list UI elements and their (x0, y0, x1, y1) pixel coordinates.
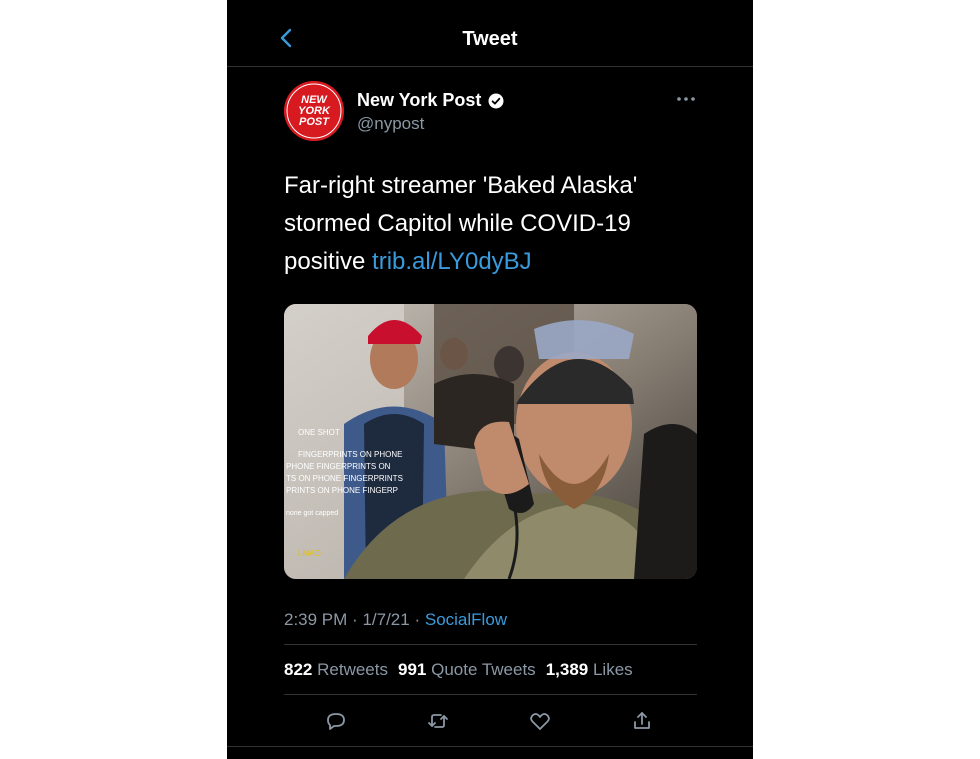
tweet-text-line: stormed Capitol while COVID-19 (284, 210, 631, 237)
likes-stat[interactable]: 1,389 Likes (546, 660, 633, 680)
share-icon[interactable] (630, 709, 654, 733)
tweet-screen: Tweet NEW YORK POST New York Post @nypos… (227, 0, 753, 759)
overlay-line: PHONE FINGERPRINTS ON (286, 462, 391, 471)
retweets-label: Retweets (317, 660, 388, 679)
tweet-time: 2:39 PM (284, 610, 348, 629)
author-name-row[interactable]: New York Post (357, 90, 505, 111)
reply-icon[interactable] (324, 709, 348, 733)
meta-separator: · (414, 610, 421, 629)
tweet-date: 1/7/21 (362, 610, 410, 629)
tweet-text-line: Far-right streamer 'Baked Alaska' (284, 172, 638, 199)
likes-label: Likes (592, 660, 633, 679)
divider (284, 644, 697, 645)
tweet-timestamp: 2:39 PM · 1/7/21 · SocialFlow (284, 610, 507, 630)
quotes-count: 991 (397, 660, 427, 679)
likes-count: 1,389 (545, 660, 589, 679)
overlay-line: FINGERPRINTS ON PHONE (298, 450, 402, 459)
overlay-line: none got capped (286, 510, 338, 517)
tweet-text: Far-right streamer 'Baked Alaska' storme… (284, 167, 704, 281)
nypost-logo: NEW YORK POST (284, 81, 344, 141)
overlay-line: TS ON PHONE FINGERPRINTS (286, 474, 403, 483)
tweet-source-link[interactable]: SocialFlow (425, 610, 507, 629)
quote-tweets-stat[interactable]: 991 Quote Tweets (398, 660, 536, 680)
tweet-stats: 822 Retweets 991 Quote Tweets 1,389 Like… (284, 660, 633, 680)
more-options-icon[interactable] (675, 92, 697, 106)
retweets-count: 822 (284, 660, 313, 679)
tweet-text-fragment: positive (284, 248, 373, 275)
retweet-icon[interactable] (426, 709, 450, 733)
tweet-text-line: positive trib.al/LY0dyBJ (284, 243, 704, 281)
top-bar: Tweet (227, 0, 753, 67)
like-icon[interactable] (528, 709, 552, 733)
page-title: Tweet (462, 28, 518, 50)
author-handle[interactable]: @nypost (357, 114, 424, 134)
author-name[interactable]: New York Post (357, 90, 481, 111)
quotes-label: Quote Tweets (431, 660, 536, 679)
tweet-media[interactable]: ONE SHOT FINGERPRINTS ON PHONE PHONE FIN… (284, 304, 697, 579)
avatar[interactable]: NEW YORK POST (284, 81, 344, 141)
retweets-stat[interactable]: 822 Retweets (284, 660, 388, 680)
avatar-line-3: POST (299, 116, 330, 128)
divider (227, 746, 753, 747)
divider (284, 694, 697, 695)
tweet-link[interactable]: trib.al/LY0dyBJ (372, 248, 532, 275)
verified-badge-icon (488, 93, 504, 108)
video-still-image: ONE SHOT FINGERPRINTS ON PHONE PHONE FIN… (284, 304, 697, 579)
meta-separator: · (352, 610, 358, 629)
tweet-actions (284, 700, 697, 744)
overlay-line: LMAO (298, 549, 321, 558)
overlay-line: PRINTS ON PHONE FINGERP (286, 486, 398, 495)
overlay-line: ONE SHOT (298, 428, 340, 437)
